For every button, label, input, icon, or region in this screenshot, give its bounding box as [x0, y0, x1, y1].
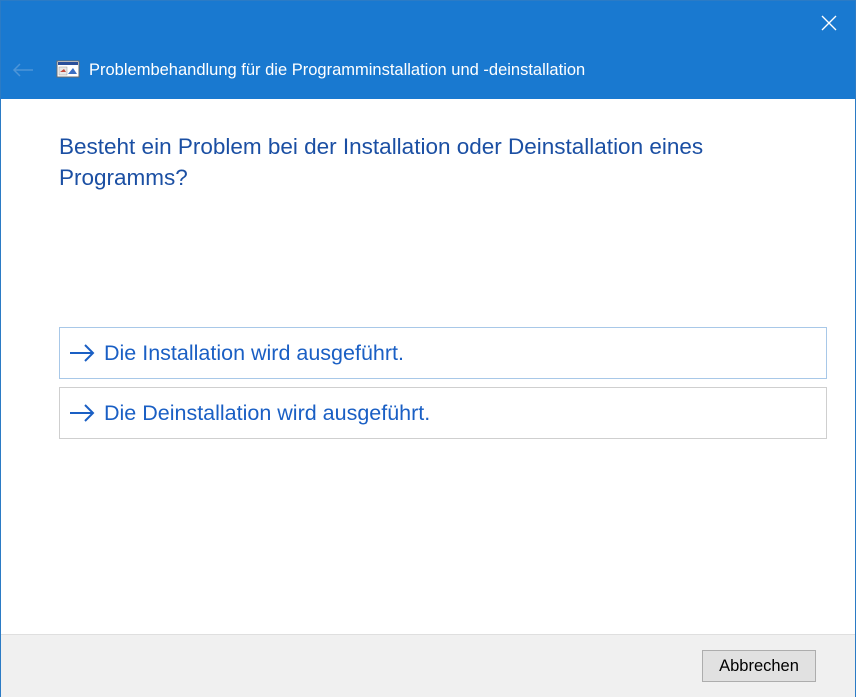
right-arrow-icon [68, 343, 96, 363]
troubleshooter-window: Problembehandlung für die Programminstal… [0, 0, 856, 697]
option-uninstallation-label: Die Deinstallation wird ausgeführt. [104, 400, 431, 425]
cancel-button[interactable]: Abbrechen [702, 650, 816, 682]
option-installation[interactable]: Die Installation wird ausgeführt. [59, 327, 827, 379]
footer-bar: Abbrechen [1, 634, 855, 697]
right-arrow-icon [68, 403, 96, 423]
question-heading: Besteht ein Problem bei der Installation… [59, 134, 704, 190]
main-content: Besteht ein Problem bei der Installation… [1, 99, 855, 634]
window-title: Problembehandlung für die Programminstal… [89, 61, 586, 79]
close-icon [821, 15, 837, 31]
title-bar: Problembehandlung für die Programminstal… [1, 1, 855, 99]
back-arrow-icon [12, 63, 33, 77]
close-button[interactable] [803, 1, 855, 45]
option-uninstallation[interactable]: Die Deinstallation wird ausgeführt. [59, 387, 827, 439]
back-button[interactable] [7, 56, 39, 84]
option-installation-label: Die Installation wird ausgeführt. [104, 340, 404, 365]
troubleshooter-app-icon [56, 60, 80, 80]
